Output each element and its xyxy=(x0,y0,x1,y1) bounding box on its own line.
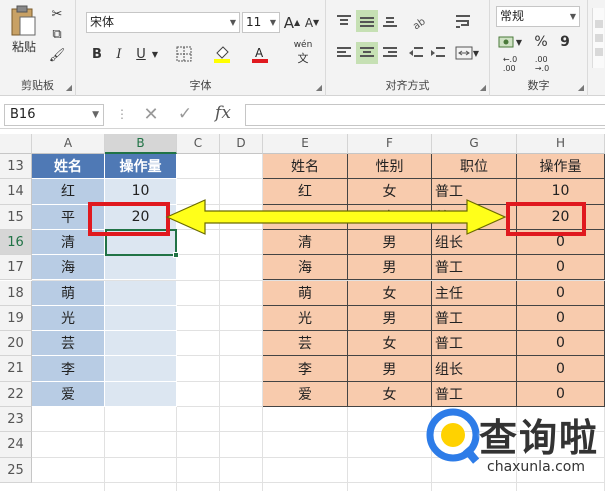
decrease-indent-button[interactable] xyxy=(406,42,426,64)
chevron-down-icon: ▼ xyxy=(229,18,236,27)
chevron-down-icon: ▼ xyxy=(92,110,99,120)
fill-color-button[interactable] xyxy=(210,44,234,64)
middle-align-button[interactable] xyxy=(356,10,378,32)
clipboard-group: 粘贴 ✂ ⧉ 🖌 剪贴板 ◢ xyxy=(0,0,76,96)
increase-indent-icon xyxy=(431,47,445,57)
border-icon xyxy=(176,46,192,62)
wrap-text-icon xyxy=(456,15,470,28)
formula-bar: B16 ▼ ⋮ ✕ ✓ fx xyxy=(0,101,605,129)
number-launcher-icon[interactable]: ◢ xyxy=(578,83,584,92)
clipboard-group-label: 剪贴板 xyxy=(21,79,54,92)
decrease-font-label: A xyxy=(304,15,314,30)
italic-button[interactable]: I xyxy=(110,44,128,64)
alignment-launcher-icon[interactable]: ◢ xyxy=(480,83,486,92)
increase-font-label: A xyxy=(283,13,295,32)
watermark-domain: chaxunla.com xyxy=(487,459,585,475)
alignment-group: ab ▼ 对齐方式 ◢ xyxy=(326,0,490,96)
align-right-button[interactable] xyxy=(380,42,400,64)
increase-font-button[interactable]: A ▲ xyxy=(283,12,301,33)
paste-icon xyxy=(11,5,36,36)
font-size-select[interactable]: 11 ▼ xyxy=(242,12,280,33)
decrease-font-button[interactable]: A ▼ xyxy=(303,12,321,33)
align-center-icon xyxy=(360,47,374,57)
top-align-icon xyxy=(337,15,351,25)
name-box[interactable]: B16 ▼ xyxy=(4,104,104,126)
align-center-button[interactable] xyxy=(356,42,378,64)
clipboard-launcher-icon[interactable]: ◢ xyxy=(66,83,72,92)
conditional-format-icon[interactable] xyxy=(592,8,604,68)
increase-decimal-button[interactable]: ←.0.00 xyxy=(496,55,524,73)
font-color-icon: A xyxy=(252,46,268,63)
cancel-icon[interactable]: ✕ xyxy=(138,104,164,126)
currency-icon xyxy=(498,36,514,48)
magnifier-logo-icon xyxy=(426,408,480,464)
accounting-format-button[interactable]: ▼ xyxy=(496,32,524,52)
name-box-value: B16 xyxy=(10,107,36,122)
percent-button[interactable]: % xyxy=(532,32,550,52)
align-left-button[interactable] xyxy=(334,42,354,64)
styles-partial-icon xyxy=(594,20,603,56)
format-painter-icon[interactable]: 🖌 xyxy=(48,47,66,63)
phonetic-label: wén xyxy=(293,40,313,50)
underline-button[interactable]: U xyxy=(132,44,150,64)
bold-button[interactable]: B xyxy=(88,44,106,64)
middle-align-icon xyxy=(360,17,374,27)
merge-cells-icon xyxy=(455,46,473,60)
formula-input[interactable] xyxy=(245,104,605,126)
watermark-title: 查询啦 xyxy=(479,416,600,460)
align-right-icon xyxy=(383,47,397,57)
bottom-align-icon xyxy=(383,17,397,27)
font-group: 宋体 ▼ 11 ▼ A ▲ A ▼ B I U ▼ A wén 文 字体 ◢ xyxy=(76,0,326,96)
copy-icon[interactable]: ⧉ xyxy=(48,26,66,42)
font-group-label: 字体 xyxy=(189,79,212,92)
font-size-value: 11 xyxy=(246,15,262,29)
svg-text:ab: ab xyxy=(411,16,428,29)
align-left-icon xyxy=(337,47,351,57)
number-format-value: 常规 xyxy=(500,9,525,23)
font-launcher-icon[interactable]: ◢ xyxy=(316,83,322,92)
alignment-group-label: 对齐方式 xyxy=(385,79,430,92)
chevron-down-icon[interactable]: ▼ xyxy=(150,44,160,64)
decrease-indent-icon xyxy=(409,47,423,57)
cut-icon[interactable]: ✂ xyxy=(48,6,66,22)
merge-center-button[interactable]: ▼ xyxy=(452,42,482,64)
paste-button[interactable] xyxy=(6,4,40,38)
font-name-value: 宋体 xyxy=(90,15,115,29)
ribbon: 粘贴 ✂ ⧉ 🖌 剪贴板 ◢ 宋体 ▼ 11 ▼ A ▲ A ▼ B I U ▼ A xyxy=(0,0,605,96)
svg-text:A: A xyxy=(255,46,264,60)
orientation-button[interactable]: ab xyxy=(408,10,430,32)
chevron-down-icon: ▼ xyxy=(569,12,576,21)
chevron-down-icon: ▼ xyxy=(269,18,276,27)
phonetic-button[interactable]: wén 文 xyxy=(288,40,318,66)
bottom-align-button[interactable] xyxy=(380,10,400,32)
font-name-select[interactable]: 宋体 ▼ xyxy=(86,12,240,33)
insert-function-button[interactable]: fx xyxy=(208,103,238,125)
top-align-button[interactable] xyxy=(334,10,354,32)
paste-label[interactable]: 粘贴 xyxy=(4,38,44,54)
decrease-decimal-button[interactable]: .00 →.0 xyxy=(528,55,556,73)
worksheet-grid: ABCDEFGH 13 14 15 16 17 18 19 20 21 22 23 24 25 姓名 操作… xyxy=(0,134,605,491)
wrap-text-button[interactable] xyxy=(452,10,474,32)
font-color-button[interactable]: A xyxy=(248,44,272,64)
increase-indent-button[interactable] xyxy=(428,42,448,64)
border-button[interactable] xyxy=(172,44,196,64)
number-group: 常规 ▼ ▼ % 9 ←.0.00 .00 →.0 数字 ◢ xyxy=(490,0,588,96)
orientation-icon: ab xyxy=(411,16,428,29)
enter-icon[interactable]: ✓ xyxy=(172,104,198,126)
number-format-select[interactable]: 常规 ▼ xyxy=(496,6,580,27)
number-group-label: 数字 xyxy=(527,79,550,92)
formula-bar-grip-icon: ⋮ xyxy=(116,107,128,121)
watermark: 查询啦 chaxunla.com xyxy=(423,405,601,485)
fill-bucket-icon xyxy=(214,46,230,63)
comma-style-button[interactable]: 9 xyxy=(556,32,574,52)
